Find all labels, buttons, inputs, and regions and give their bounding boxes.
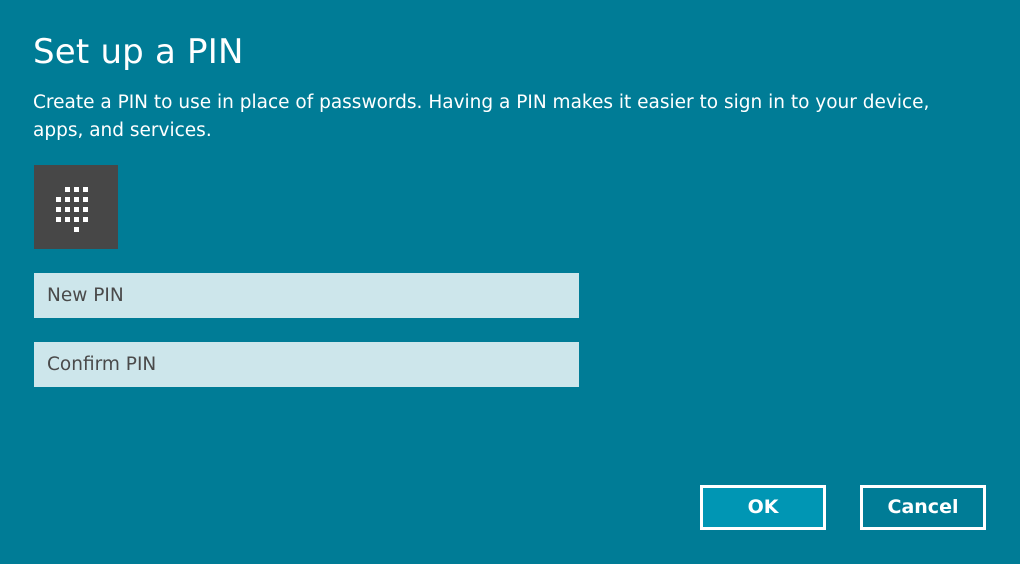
confirm-pin-input[interactable] — [34, 342, 579, 387]
setup-pin-dialog: Set up a PIN Create a PIN to use in plac… — [0, 0, 1020, 564]
pin-tile — [34, 165, 118, 249]
cancel-button[interactable]: Cancel — [860, 485, 986, 530]
keypad-icon — [56, 187, 88, 232]
new-pin-input[interactable] — [34, 273, 579, 318]
dialog-title: Set up a PIN — [33, 32, 244, 72]
dialog-description: Create a PIN to use in place of password… — [33, 92, 930, 141]
ok-button[interactable]: OK — [700, 485, 826, 530]
